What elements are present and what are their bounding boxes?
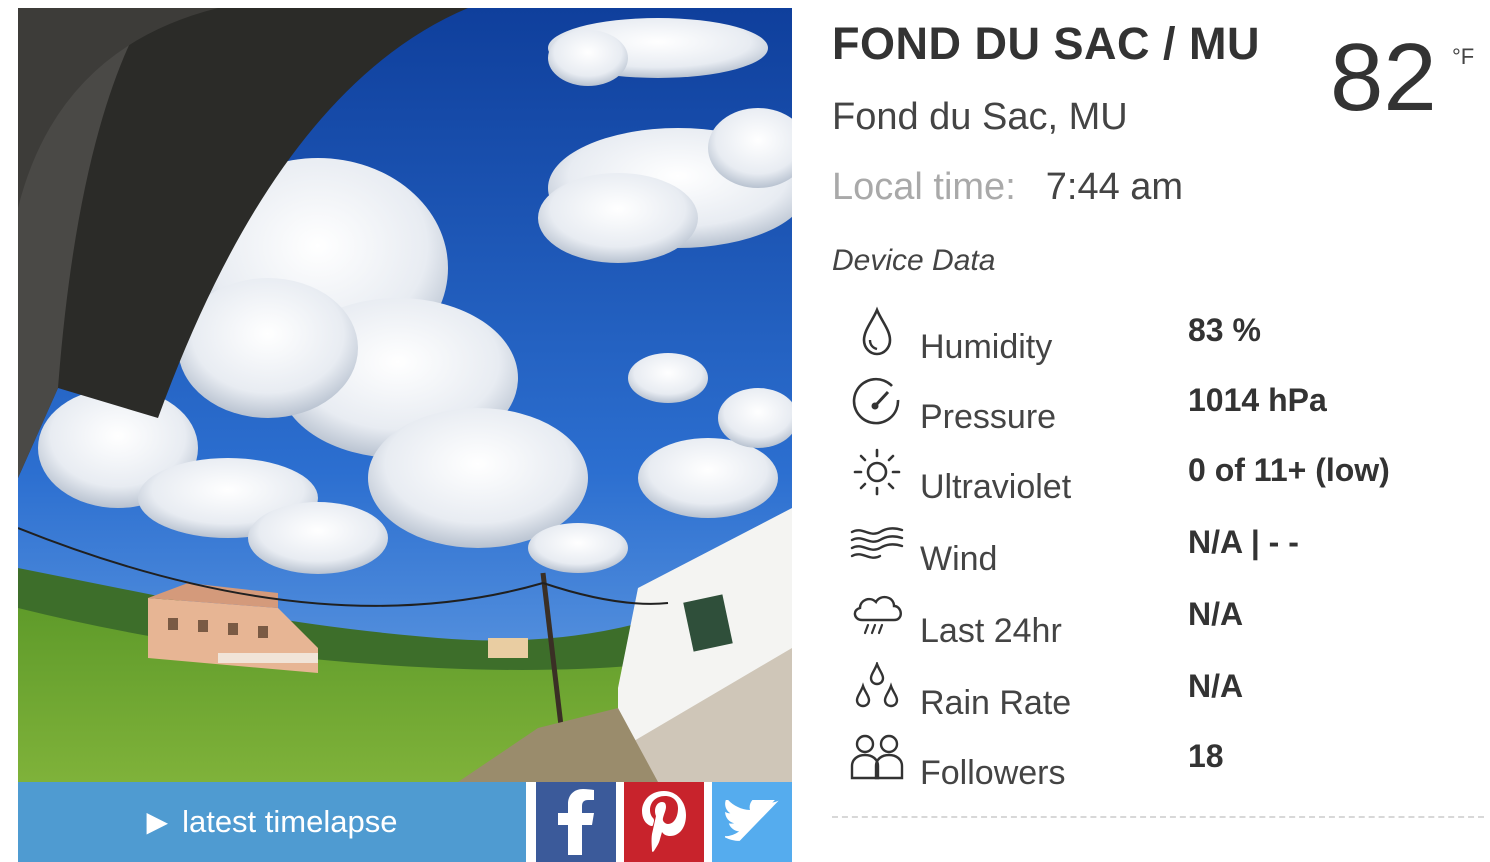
- row-label: Humidity: [920, 328, 1053, 366]
- facebook-share-button[interactable]: [536, 782, 616, 862]
- device-row-last-24hr: Last 24hr N/A: [848, 590, 1488, 654]
- station-name: Fond du Sac, MU: [832, 96, 1128, 138]
- device-row-pressure: Pressure 1014 hPa: [848, 376, 1488, 440]
- play-icon: ▶: [146, 806, 169, 837]
- twitter-icon: [725, 800, 779, 841]
- sun-icon: [853, 448, 901, 496]
- row-label: Followers: [920, 754, 1066, 792]
- device-row-rain-rate: Rain Rate N/A: [848, 662, 1488, 726]
- latest-timelapse-button[interactable]: ▶ latest timelapse: [18, 782, 526, 862]
- row-value: N/A: [1188, 596, 1244, 632]
- local-time: Local time: 7:44 am: [832, 166, 1183, 209]
- device-row-humidity: Humidity 83 %: [848, 306, 1488, 370]
- raindrops-icon: [855, 662, 899, 708]
- local-time-label: Local time:: [832, 166, 1016, 208]
- twitter-share-button[interactable]: [712, 782, 792, 862]
- pinterest-icon: [642, 791, 686, 852]
- row-label: Last 24hr: [920, 612, 1062, 650]
- gauge-icon: [852, 377, 900, 425]
- device-row-followers: Followers 18: [848, 732, 1488, 796]
- device-row-ultraviolet: Ultraviolet 0 of 11+ (low): [848, 446, 1488, 510]
- row-label: Pressure: [920, 398, 1057, 436]
- timelapse-label: latest timelapse: [182, 804, 398, 839]
- local-time-value: 7:44 am: [1045, 166, 1184, 208]
- row-value: N/A | - -: [1188, 524, 1299, 560]
- row-label: Wind: [920, 540, 998, 578]
- row-value: 18: [1188, 738, 1224, 774]
- followers-icon: [850, 734, 904, 780]
- device-data-title: Device Data: [832, 244, 996, 277]
- rain-cloud-icon: [853, 595, 902, 635]
- row-value: 83 %: [1188, 312, 1261, 348]
- camera-image[interactable]: [18, 8, 792, 782]
- facebook-icon: [558, 789, 594, 855]
- row-value: N/A: [1188, 668, 1244, 704]
- row-label: Rain Rate: [920, 684, 1072, 722]
- temperature-value: 82: [1330, 24, 1437, 131]
- station-code: FOND DU SAC / MU: [832, 18, 1260, 69]
- row-value: 0 of 11+ (low): [1188, 452, 1390, 488]
- wind-icon: [850, 527, 904, 559]
- device-row-wind: Wind N/A | - -: [848, 518, 1488, 582]
- droplet-icon: [862, 306, 892, 356]
- section-divider: [832, 816, 1484, 818]
- pinterest-share-button[interactable]: [624, 782, 704, 862]
- camera-photo: [18, 8, 792, 782]
- row-label: Ultraviolet: [920, 468, 1072, 506]
- row-value: 1014 hPa: [1188, 382, 1327, 418]
- temperature-unit: °F: [1452, 44, 1475, 69]
